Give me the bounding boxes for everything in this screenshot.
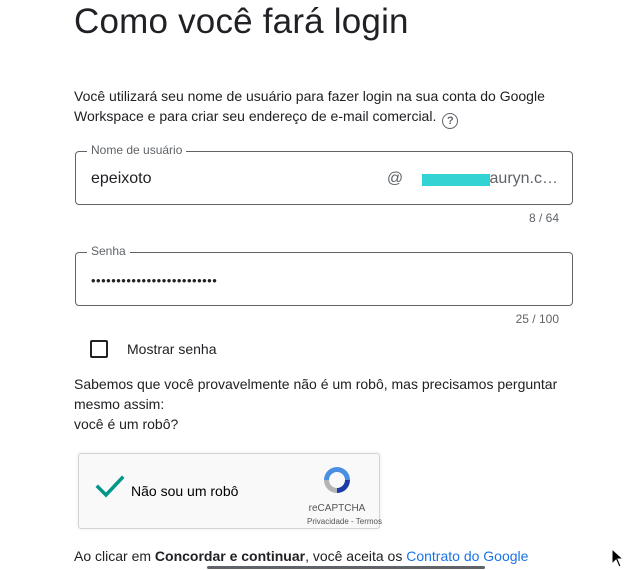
google-agreement-link[interactable]: Contrato do Google	[406, 548, 528, 564]
terms-prefix: Ao clicar em	[74, 548, 155, 564]
username-input[interactable]: epeixoto	[91, 170, 152, 188]
description-line-1: Você utilizará seu nome de usuário para …	[74, 88, 545, 104]
recaptcha-widget[interactable]: Não sou um robô reCAPTCHA Privacidade - …	[78, 453, 382, 529]
show-password-checkbox[interactable]	[90, 340, 108, 358]
scroll-indicator[interactable]	[207, 566, 485, 569]
username-label: Nome de usuário	[87, 143, 187, 157]
redaction-mark	[422, 174, 490, 186]
privacy-link[interactable]: Privacidade	[307, 517, 349, 526]
terms-notice: Ao clicar em Concordar e continuar, você…	[74, 548, 528, 564]
recaptcha-logo: reCAPTCHA Privacidade - Termos	[307, 464, 382, 526]
username-field[interactable]: Nome de usuário epeixoto @ .auryn.c…	[75, 143, 573, 205]
mouse-cursor-icon	[611, 548, 625, 568]
terms-link[interactable]: Termos	[356, 517, 382, 526]
domain-at: @	[386, 170, 404, 187]
page-title: Como você fará login	[74, 2, 409, 41]
password-label: Senha	[87, 244, 130, 258]
robot-question: Sabemos que você provavelmente não é um …	[74, 374, 584, 434]
show-password-row[interactable]: Mostrar senha	[90, 340, 216, 358]
domain-name: .auryn.c…	[485, 170, 558, 187]
password-counter: 25 / 100	[515, 312, 559, 326]
links-separator: -	[348, 517, 356, 526]
checkmark-icon	[95, 475, 125, 498]
robot-line-3: você é um robô?	[74, 416, 179, 432]
password-input[interactable]: •••••••••••••••••••••••••	[91, 273, 217, 288]
recaptcha-icon	[324, 467, 350, 493]
description-line-2: Workspace e para criar seu endereço de e…	[74, 108, 437, 124]
robot-line-2: mesmo assim:	[74, 396, 165, 412]
recaptcha-links: Privacidade - Termos	[307, 517, 382, 526]
terms-bold: Concordar e continuar	[154, 548, 306, 564]
terms-middle: , você aceita os	[305, 548, 407, 564]
recaptcha-label: Não sou um robô	[131, 483, 239, 499]
recaptcha-brand: reCAPTCHA	[308, 503, 366, 514]
username-counter: 8 / 64	[528, 211, 559, 225]
help-icon[interactable]: ?	[442, 113, 459, 129]
robot-line-1: Sabemos que você provavelmente não é um …	[74, 376, 558, 392]
password-field[interactable]: Senha •••••••••••••••••••••••••	[75, 244, 573, 306]
page-description: Você utilizará seu nome de usuário para …	[74, 86, 574, 129]
show-password-label: Mostrar senha	[127, 341, 217, 357]
